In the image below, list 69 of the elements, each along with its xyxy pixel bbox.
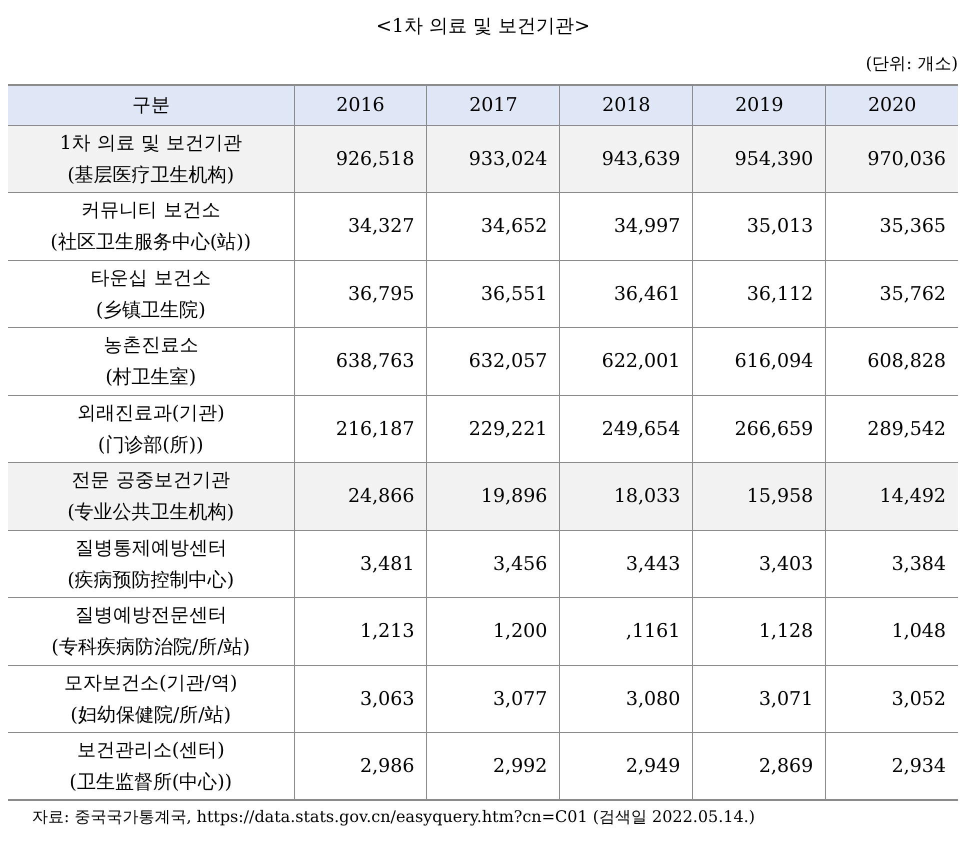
table-cell: 34,327 (294, 192, 427, 260)
category-cell: 모자보건소(기관/역) (妇幼保健院/所/站) (8, 665, 294, 732)
column-header: 2016 (294, 85, 427, 125)
table-cell: 35,013 (692, 192, 826, 260)
column-header: 2020 (826, 85, 958, 125)
table-cell: 3,384 (826, 530, 958, 598)
column-header: 2018 (560, 85, 693, 125)
table-cell: 943,639 (560, 125, 693, 192)
table-cell: 3,443 (560, 530, 693, 598)
table-cell: 2,869 (692, 732, 826, 800)
table-cell: 14,492 (826, 462, 958, 530)
table-cell: 266,659 (692, 395, 826, 462)
table-cell: 34,997 (560, 192, 693, 260)
table-cell: 3,077 (426, 665, 560, 732)
source-note: 자료: 중국국가통계국, https://data.stats.gov.cn/easyquery.htm?cn=C01 (검색일 2022.05.14.) (32, 807, 755, 826)
category-cell: 농촌진료소 (村卫生室) (8, 328, 294, 395)
table-cell: 18,033 (560, 462, 693, 530)
table-cell: 608,828 (826, 328, 958, 395)
table-cell: 2,992 (426, 732, 560, 800)
table-cell: 1,200 (426, 598, 560, 665)
unit-label: (단위: 개소) (866, 53, 958, 76)
table-cell: 3,481 (294, 530, 427, 598)
column-header: 구분 (8, 85, 294, 125)
column-header: 2017 (426, 85, 560, 125)
table-cell: 36,551 (426, 260, 560, 328)
category-cell: 보건관리소(센터) (卫生监督所(中心)) (8, 732, 294, 800)
table-cell: 15,958 (692, 462, 826, 530)
table-cell: 216,187 (294, 395, 427, 462)
table-cell: 3,071 (692, 665, 826, 732)
table-cell: 34,652 (426, 192, 560, 260)
table-cell: 1,048 (826, 598, 958, 665)
table-cell: 2,934 (826, 732, 958, 800)
table-cell: 954,390 (692, 125, 826, 192)
table-cell: 2,986 (294, 732, 427, 800)
table-cell: 3,063 (294, 665, 427, 732)
category-cell: 타운십 보건소 (乡镇卫生院) (8, 260, 294, 328)
table-cell: 36,461 (560, 260, 693, 328)
table-cell: 36,112 (692, 260, 826, 328)
category-cell: 외래진료과(기관) (门诊部(所)) (8, 395, 294, 462)
table-cell: 2,949 (560, 732, 693, 800)
table-cell: 249,654 (560, 395, 693, 462)
table-cell: 933,024 (426, 125, 560, 192)
table-cell: 229,221 (426, 395, 560, 462)
table-cell: 622,001 (560, 328, 693, 395)
table-cell: 3,052 (826, 665, 958, 732)
table-title: <1차 의료 및 보건기관> (376, 14, 590, 39)
table-cell: 35,762 (826, 260, 958, 328)
category-cell: 커뮤니티 보건소 (社区卫生服务中心(站)) (8, 192, 294, 260)
table-cell: 19,896 (426, 462, 560, 530)
table-cell: 35,365 (826, 192, 958, 260)
table-cell: 616,094 (692, 328, 826, 395)
table-cell: 1,213 (294, 598, 427, 665)
table-cell: 36,795 (294, 260, 427, 328)
category-cell: 질병예방전문센터 (专科疾病防治院/所/站) (8, 598, 294, 665)
category-cell: 질병통제예방센터 (疾病预防控制中心) (8, 530, 294, 598)
table-cell: 289,542 (826, 395, 958, 462)
table-cell: 24,866 (294, 462, 427, 530)
table-cell: 3,080 (560, 665, 693, 732)
category-cell: 1차 의료 및 보건기관 (基层医疗卫生机构) (8, 125, 294, 192)
table-cell: 1,128 (692, 598, 826, 665)
column-header: 2019 (692, 85, 826, 125)
table-cell: 970,036 (826, 125, 958, 192)
table-cell: 926,518 (294, 125, 427, 192)
table-cell: 3,403 (692, 530, 826, 598)
table-cell: 632,057 (426, 328, 560, 395)
table-cell: 3,456 (426, 530, 560, 598)
table-cell: ,1161 (560, 598, 693, 665)
category-cell: 전문 공중보건기관 (专业公共卫生机构) (8, 462, 294, 530)
table-cell: 638,763 (294, 328, 427, 395)
